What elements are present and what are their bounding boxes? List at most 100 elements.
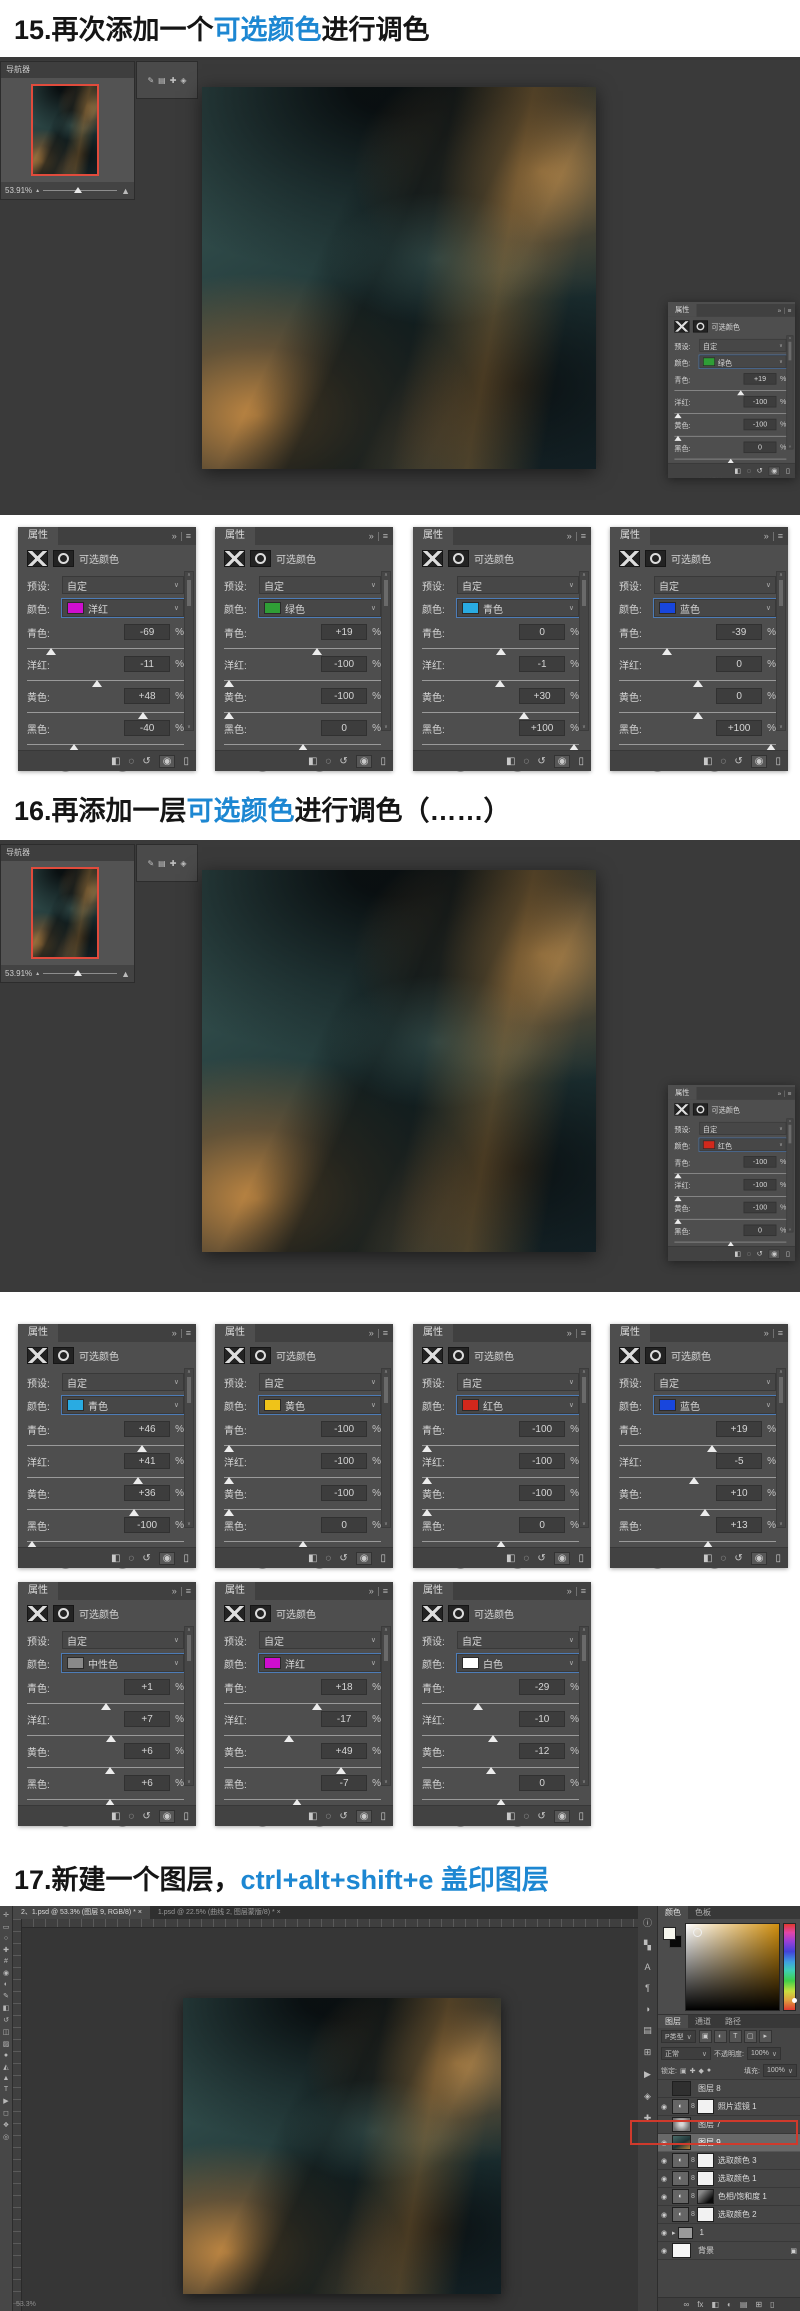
visibility-icon[interactable]: ◉ — [554, 1810, 571, 1823]
scrollbar[interactable]: ∧ ∨ — [184, 1626, 194, 1786]
scroll-up-icon[interactable]: ∧ — [384, 572, 388, 578]
collapse-panel-icon[interactable]: » — [778, 307, 782, 314]
mask-target-icon[interactable] — [422, 1605, 443, 1622]
brush-panel-icon[interactable]: ✎ — [147, 859, 154, 868]
slider-handle[interactable] — [689, 1477, 699, 1484]
slider-handle[interactable] — [473, 1703, 483, 1710]
adjustment-badge-icon[interactable] — [53, 1605, 74, 1622]
preset-dropdown[interactable]: 自定 ∨ — [699, 339, 786, 352]
collapse-panel-icon[interactable]: » — [172, 1586, 177, 1596]
layer-name[interactable]: 色相/饱和度 1 — [718, 2191, 767, 2202]
collapse-panel-icon[interactable]: » — [369, 531, 374, 541]
slider-handle[interactable] — [674, 413, 681, 418]
slider-handle[interactable] — [674, 436, 681, 441]
scrollbar[interactable]: ∧ ∨ — [381, 1368, 391, 1528]
black-slider[interactable] — [674, 459, 786, 460]
adjustment-badge-icon[interactable] — [645, 1347, 666, 1364]
slider-handle[interactable] — [495, 680, 505, 687]
reset-icon[interactable]: ↺ — [339, 756, 347, 767]
scroll-thumb[interactable] — [788, 1125, 791, 1144]
scroll-down-icon[interactable]: ∨ — [789, 1227, 792, 1231]
collapse-panel-icon[interactable]: » — [369, 1328, 374, 1338]
slider-handle[interactable] — [488, 1735, 498, 1742]
scroll-thumb[interactable] — [187, 1377, 191, 1403]
layer-name[interactable]: 选取颜色 1 — [718, 2173, 757, 2184]
tab-layers[interactable]: 图层 — [658, 2015, 688, 2028]
mask-target-icon[interactable] — [422, 1347, 443, 1364]
slider-handle[interactable] — [486, 1767, 496, 1774]
layer-thumbnail[interactable] — [678, 2227, 693, 2239]
cyan-value[interactable]: -69 — [124, 624, 170, 640]
scroll-down-icon[interactable]: ∨ — [789, 444, 792, 448]
yellow-slider[interactable] — [674, 436, 786, 437]
preset-dropdown[interactable]: 自定 ∨ — [259, 1631, 381, 1649]
clip-to-layer-icon[interactable]: ◧ — [734, 467, 741, 475]
collapse-panel-icon[interactable]: » — [172, 531, 177, 541]
filter-adjustment-icon[interactable]: ◐ — [714, 2030, 727, 2043]
cyan-value[interactable]: -29 — [519, 1679, 565, 1695]
reset-icon[interactable]: ↺ — [537, 1553, 545, 1564]
slider-handle[interactable] — [674, 1173, 681, 1178]
scroll-thumb[interactable] — [779, 1377, 783, 1403]
layer-row[interactable]: ◉ ▸ ◐ 8 图层 8 ▣ — [658, 2080, 800, 2098]
yellow-slider[interactable] — [27, 1509, 184, 1510]
scroll-thumb[interactable] — [384, 1635, 388, 1661]
preset-dropdown[interactable]: 自定 ∨ — [259, 1373, 381, 1391]
slider-handle[interactable] — [312, 1703, 322, 1710]
brush-panel-icon[interactable]: ✎ — [147, 76, 154, 85]
actions-panel-icon[interactable]: ◈ — [644, 2091, 651, 2102]
scroll-up-icon[interactable]: ∧ — [789, 1119, 792, 1123]
filter-kind-dropdown[interactable]: P类型∨ — [661, 2030, 696, 2043]
slider-handle[interactable] — [106, 1735, 116, 1742]
panel-menu-icon[interactable]: ≡ — [581, 1586, 586, 1596]
previous-state-icon[interactable]: ◌ — [720, 1553, 726, 1564]
color-dropdown[interactable]: 绿色 ∨ — [699, 355, 786, 368]
clip-to-layer-icon[interactable]: ◧ — [703, 756, 712, 767]
black-value[interactable]: +100 — [716, 720, 762, 736]
styles-panel-icon[interactable]: ◈ — [180, 76, 186, 85]
yellow-slider[interactable] — [224, 1509, 381, 1510]
reset-icon[interactable]: ↺ — [757, 1250, 763, 1258]
visibility-eye-icon[interactable]: ◉ — [661, 2247, 672, 2255]
gradient-tool-icon[interactable]: ▨ — [3, 2040, 10, 2048]
mask-target-icon[interactable] — [27, 550, 48, 567]
color-dropdown[interactable]: 中性色 ∨ — [62, 1654, 184, 1672]
collapse-panel-icon[interactable]: » — [764, 1328, 769, 1338]
black-value[interactable]: 0 — [744, 1225, 777, 1236]
magenta-slider[interactable] — [224, 680, 381, 681]
cyan-slider[interactable] — [674, 390, 786, 391]
mask-target-icon[interactable] — [674, 320, 689, 332]
swatches-panel-icon[interactable]: ▤ — [158, 859, 166, 868]
visibility-icon[interactable]: ◉ — [159, 755, 176, 768]
reset-icon[interactable]: ↺ — [537, 1811, 545, 1822]
scroll-down-icon[interactable]: ∨ — [384, 724, 388, 730]
layer-row[interactable]: ◉ ▸ ◐ 8 1 ▣ — [658, 2224, 800, 2242]
tab-color[interactable]: 颜色 — [658, 1906, 688, 1919]
scrollbar[interactable]: ∧ ∨ — [786, 1118, 793, 1232]
layer-name[interactable]: 图层 8 — [698, 2083, 721, 2094]
properties-tab[interactable]: 属性 — [18, 1324, 58, 1342]
lasso-tool-icon[interactable]: ○ — [4, 1935, 8, 1942]
text-tool-icon[interactable]: T — [4, 2086, 8, 2093]
adjustment-badge-icon[interactable] — [250, 1347, 271, 1364]
yellow-slider[interactable] — [224, 712, 381, 713]
black-value[interactable]: 0 — [519, 1517, 565, 1533]
color-dropdown[interactable]: 洋红 ∨ — [259, 1654, 381, 1672]
magenta-value[interactable]: -1 — [519, 656, 565, 672]
properties-tab[interactable]: 属性 — [413, 1324, 453, 1342]
black-value[interactable]: -40 — [124, 720, 170, 736]
swatches-panel-icon[interactable]: ▤ — [158, 76, 166, 85]
cyan-value[interactable]: -100 — [744, 1156, 777, 1167]
previous-state-icon[interactable]: ◌ — [523, 756, 529, 767]
foreground-color-swatch[interactable] — [663, 1927, 676, 1940]
yellow-value[interactable]: -100 — [321, 688, 367, 704]
yellow-slider[interactable] — [422, 712, 579, 713]
navigator-zoom-slider[interactable] — [43, 973, 117, 974]
slider-handle[interactable] — [662, 648, 672, 655]
reset-icon[interactable]: ↺ — [142, 1811, 150, 1822]
magenta-slider[interactable] — [619, 1477, 776, 1478]
slider-handle[interactable] — [224, 1509, 234, 1516]
clip-to-layer-icon[interactable]: ◧ — [111, 1553, 120, 1564]
slider-handle[interactable] — [224, 1477, 234, 1484]
adjustment-thumb-icon[interactable]: ◐ — [672, 2153, 689, 2168]
